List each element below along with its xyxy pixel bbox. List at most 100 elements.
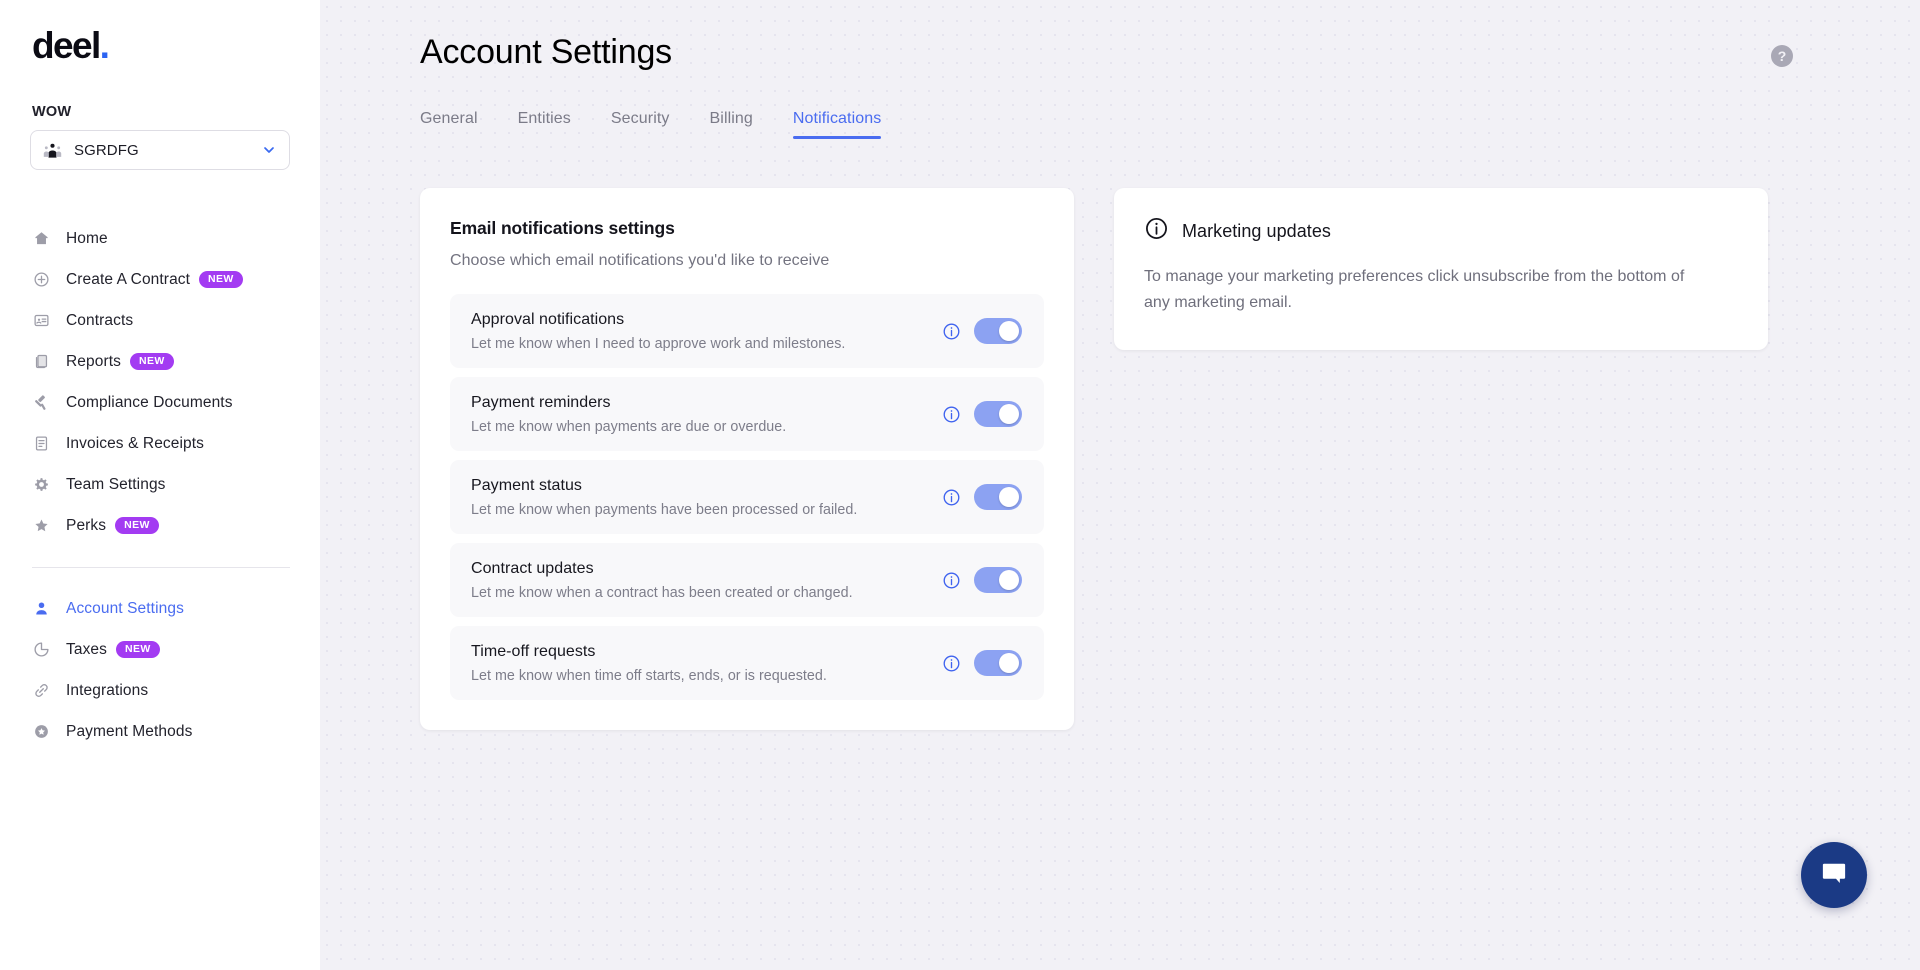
sidebar-item-compliance-documents[interactable]: Compliance Documents (30, 382, 290, 423)
row-controls (941, 318, 1022, 344)
sidebar-item-reports[interactable]: Reports NEW (30, 341, 290, 382)
help-icon[interactable]: ? (1771, 45, 1793, 67)
notification-row-payment-reminders: Payment reminders Let me know when payme… (450, 377, 1044, 451)
sidebar-item-label: Integrations (66, 681, 149, 699)
tab-general[interactable]: General (420, 110, 498, 139)
sidebar-nav-primary: Home Create A Contract NEW Contracts Rep… (30, 218, 290, 546)
sidebar-item-contracts[interactable]: Contracts (30, 300, 290, 341)
row-title: Payment status (471, 476, 582, 494)
content-area: Email notifications settings Choose whic… (420, 188, 1824, 730)
contract-card-icon (32, 312, 50, 330)
row-text: Payment reminders Let me know when payme… (471, 394, 941, 435)
sidebar-item-taxes[interactable]: Taxes NEW (30, 629, 290, 670)
sidebar-item-label: Account Settings (66, 599, 184, 617)
info-icon[interactable] (941, 404, 961, 424)
row-controls (941, 401, 1022, 427)
email-notifications-card: Email notifications settings Choose whic… (420, 188, 1074, 730)
tab-entities[interactable]: Entities (498, 110, 591, 139)
sidebar-item-label: Contracts (66, 311, 134, 329)
logo-dot: . (99, 25, 110, 66)
info-icon[interactable] (941, 653, 961, 673)
toggle-approval-notifications[interactable] (974, 318, 1022, 344)
info-icon[interactable] (941, 321, 961, 341)
sidebar-item-invoices-receipts[interactable]: Invoices & Receipts (30, 423, 290, 464)
settings-tabs: General Entities Security Billing Notifi… (420, 110, 901, 139)
tab-notifications[interactable]: Notifications (773, 110, 901, 139)
org-name: SGRDFG (74, 141, 139, 159)
star-icon (32, 517, 50, 535)
chat-bubble-icon (1819, 858, 1849, 893)
section-title: Email notifications settings (450, 218, 675, 238)
documents-icon (32, 353, 50, 371)
info-icon[interactable] (941, 570, 961, 590)
page-title: Account Settings (420, 33, 672, 71)
row-controls (941, 484, 1022, 510)
row-text: Time-off requests Let me know when time … (471, 643, 941, 684)
sidebar: deel. WOW SGRDFG Home Create A Contract … (0, 0, 320, 970)
section-subtitle: Choose which email notifications you'd l… (450, 252, 830, 269)
toggle-time-off-requests[interactable] (974, 650, 1022, 676)
logo-text: deel (32, 25, 101, 66)
sidebar-item-label: Home (66, 229, 108, 247)
sidebar-item-label: Create A Contract (66, 270, 191, 288)
tab-billing[interactable]: Billing (690, 110, 773, 139)
app-root: deel. WOW SGRDFG Home Create A Contract … (0, 0, 1920, 970)
row-title: Approval notifications (471, 310, 625, 328)
sidebar-item-integrations[interactable]: Integrations (30, 670, 290, 711)
home-icon (32, 230, 50, 248)
marketing-body: To manage your marketing preferences cli… (1144, 268, 1685, 311)
sidebar-item-payment-methods[interactable]: Payment Methods (30, 711, 290, 752)
marketing-updates-card: Marketing updates To manage your marketi… (1114, 188, 1768, 350)
row-description: Let me know when payments are due or ove… (471, 418, 787, 435)
link-icon (32, 682, 50, 700)
row-description: Let me know when I need to approve work … (471, 335, 846, 352)
gavel-icon (32, 394, 50, 412)
sidebar-item-label: Compliance Documents (66, 393, 233, 411)
user-icon (32, 600, 50, 618)
marketing-title: Marketing updates (1182, 220, 1331, 241)
toggle-contract-updates[interactable] (974, 567, 1022, 593)
org-label: WOW (32, 104, 72, 120)
chevron-down-icon (261, 142, 277, 158)
deel-logo[interactable]: deel. (30, 0, 290, 64)
payment-star-icon (32, 723, 50, 741)
sidebar-item-perks[interactable]: Perks NEW (30, 505, 290, 546)
chat-widget-button[interactable] (1801, 842, 1867, 908)
badge-new: NEW (116, 640, 160, 659)
info-icon (1144, 216, 1169, 246)
row-description: Let me know when time off starts, ends, … (471, 667, 827, 684)
sidebar-item-label: Taxes (66, 640, 107, 658)
badge-new: NEW (199, 270, 243, 289)
sidebar-item-label: Reports (66, 352, 121, 370)
gear-icon (32, 476, 50, 494)
notification-row-approval: Approval notifications Let me know when … (450, 294, 1044, 368)
team-avatar-icon (43, 141, 62, 160)
toggle-payment-status[interactable] (974, 484, 1022, 510)
tab-security[interactable]: Security (591, 110, 690, 139)
plus-circle-icon (32, 271, 50, 289)
row-text: Approval notifications Let me know when … (471, 311, 941, 352)
org-switcher[interactable]: SGRDFG (30, 130, 290, 170)
sidebar-item-label: Perks (66, 516, 107, 534)
sidebar-item-label: Team Settings (66, 475, 166, 493)
row-text: Contract updates Let me know when a cont… (471, 560, 941, 601)
sidebar-divider (32, 567, 290, 568)
badge-new: NEW (129, 352, 174, 371)
row-description: Let me know when payments have been proc… (471, 501, 858, 518)
notification-row-contract-updates: Contract updates Let me know when a cont… (450, 543, 1044, 617)
main-content: Account Settings ? General Entities Secu… (320, 0, 1920, 970)
row-text: Payment status Let me know when payments… (471, 477, 941, 518)
info-icon[interactable] (941, 487, 961, 507)
toggle-payment-reminders[interactable] (974, 401, 1022, 427)
row-title: Time-off requests (471, 642, 596, 660)
row-controls (941, 650, 1022, 676)
invoice-icon (32, 435, 50, 453)
sidebar-item-label: Invoices & Receipts (66, 434, 205, 452)
sidebar-item-create-a-contract[interactable]: Create A Contract NEW (30, 259, 290, 300)
sidebar-nav-secondary: Account Settings Taxes NEW Integrations … (30, 588, 290, 752)
marketing-header: Marketing updates (1144, 216, 1738, 246)
sidebar-item-team-settings[interactable]: Team Settings (30, 464, 290, 505)
sidebar-item-home[interactable]: Home (30, 218, 290, 259)
row-controls (941, 567, 1022, 593)
sidebar-item-account-settings[interactable]: Account Settings (30, 588, 290, 629)
